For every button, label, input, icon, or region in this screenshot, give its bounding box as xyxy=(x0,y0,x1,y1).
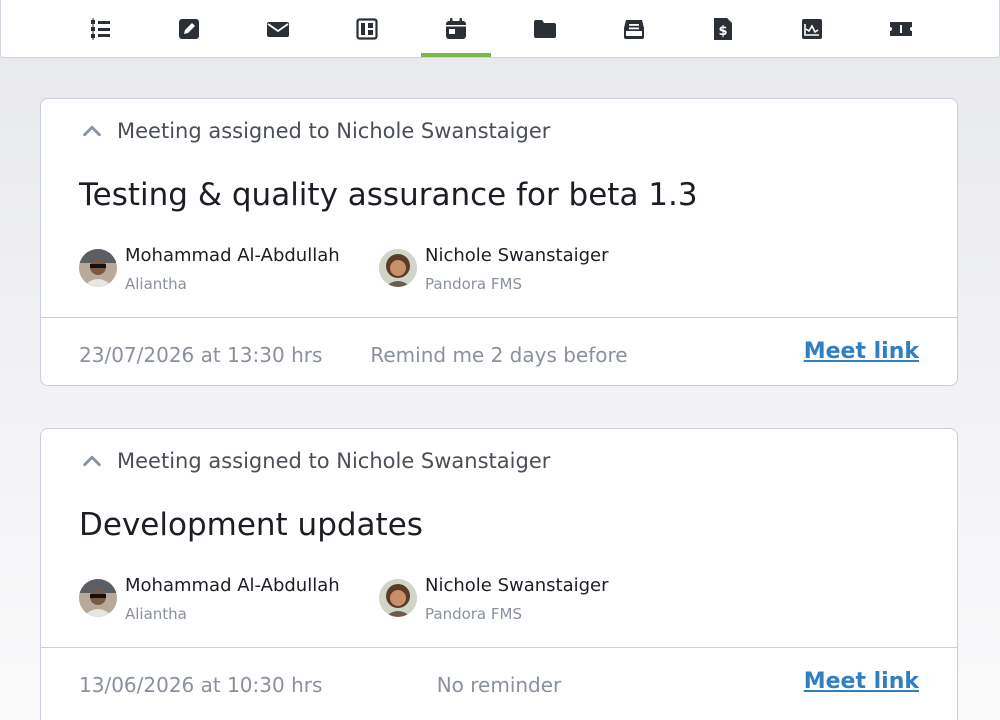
meet-link[interactable]: Meet link xyxy=(804,669,919,694)
meeting-footer: 13/06/2026 at 10:30 hrs No reminder Meet… xyxy=(41,649,957,717)
billing-icon: $ xyxy=(713,17,732,40)
tab-tasks[interactable] xyxy=(65,0,135,57)
divider xyxy=(41,647,957,648)
tab-calendar[interactable] xyxy=(420,0,491,57)
assignee: Nichole Swanstaiger Pandora FMS xyxy=(379,577,609,623)
meeting-assignment[interactable]: Meeting assigned to Nichole Swanstaiger xyxy=(81,119,550,143)
person-company: Aliantha xyxy=(125,275,187,293)
folder-icon xyxy=(533,19,556,38)
meeting-card: Meeting assigned to Nichole Swanstaiger … xyxy=(40,98,958,386)
meeting-title: Development updates xyxy=(79,507,423,543)
svg-text:$: $ xyxy=(718,24,727,39)
tab-mail[interactable] xyxy=(243,0,313,57)
meet-link[interactable]: Meet link xyxy=(804,339,919,364)
tab-notes[interactable] xyxy=(154,0,224,57)
tab-files[interactable] xyxy=(510,0,580,57)
tab-archive[interactable] xyxy=(599,0,669,57)
assignment-text: Meeting assigned to Nichole Swanstaiger xyxy=(117,449,551,473)
person-company: Aliantha xyxy=(125,605,187,623)
tab-tickets[interactable] xyxy=(866,0,936,57)
organizer: Mohammad Al-Abdullah Aliantha xyxy=(79,577,340,623)
tab-billing[interactable]: $ xyxy=(688,0,758,57)
chevron-up-icon[interactable] xyxy=(81,120,103,142)
person-name: Mohammad Al-Abdullah xyxy=(125,245,340,266)
assignment-text: Meeting assigned to Nichole Swanstaiger xyxy=(117,119,551,143)
tab-reports[interactable] xyxy=(777,0,847,57)
person-name: Nichole Swanstaiger xyxy=(425,245,609,266)
person-company: Pandora FMS xyxy=(425,605,522,623)
task-list-icon xyxy=(90,17,110,40)
chart-icon xyxy=(801,18,822,39)
chevron-up-icon[interactable] xyxy=(81,450,103,472)
meeting-title: Testing & quality assurance for beta 1.3 xyxy=(79,177,698,213)
divider xyxy=(41,317,957,318)
avatar xyxy=(79,249,117,287)
tab-board[interactable] xyxy=(332,0,402,57)
tab-bar: $ xyxy=(0,0,1000,58)
avatar xyxy=(79,579,117,617)
person-company: Pandora FMS xyxy=(425,275,522,293)
avatar xyxy=(379,249,417,287)
assignee: Nichole Swanstaiger Pandora FMS xyxy=(379,247,609,293)
ticket-icon xyxy=(889,21,912,36)
avatar xyxy=(379,579,417,617)
archive-icon xyxy=(623,19,644,39)
meeting-assignment[interactable]: Meeting assigned to Nichole Swanstaiger xyxy=(81,449,550,473)
organizer: Mohammad Al-Abdullah Aliantha xyxy=(79,247,340,293)
meeting-footer: 23/07/2026 at 13:30 hrs Remind me 2 days… xyxy=(41,319,957,387)
person-name: Mohammad Al-Abdullah xyxy=(125,575,340,596)
person-name: Nichole Swanstaiger xyxy=(425,575,609,596)
meeting-card: Meeting assigned to Nichole Swanstaiger … xyxy=(40,428,958,720)
edit-icon xyxy=(178,18,199,39)
calendar-icon xyxy=(445,17,466,39)
board-icon xyxy=(355,17,378,40)
mail-icon xyxy=(266,21,289,37)
